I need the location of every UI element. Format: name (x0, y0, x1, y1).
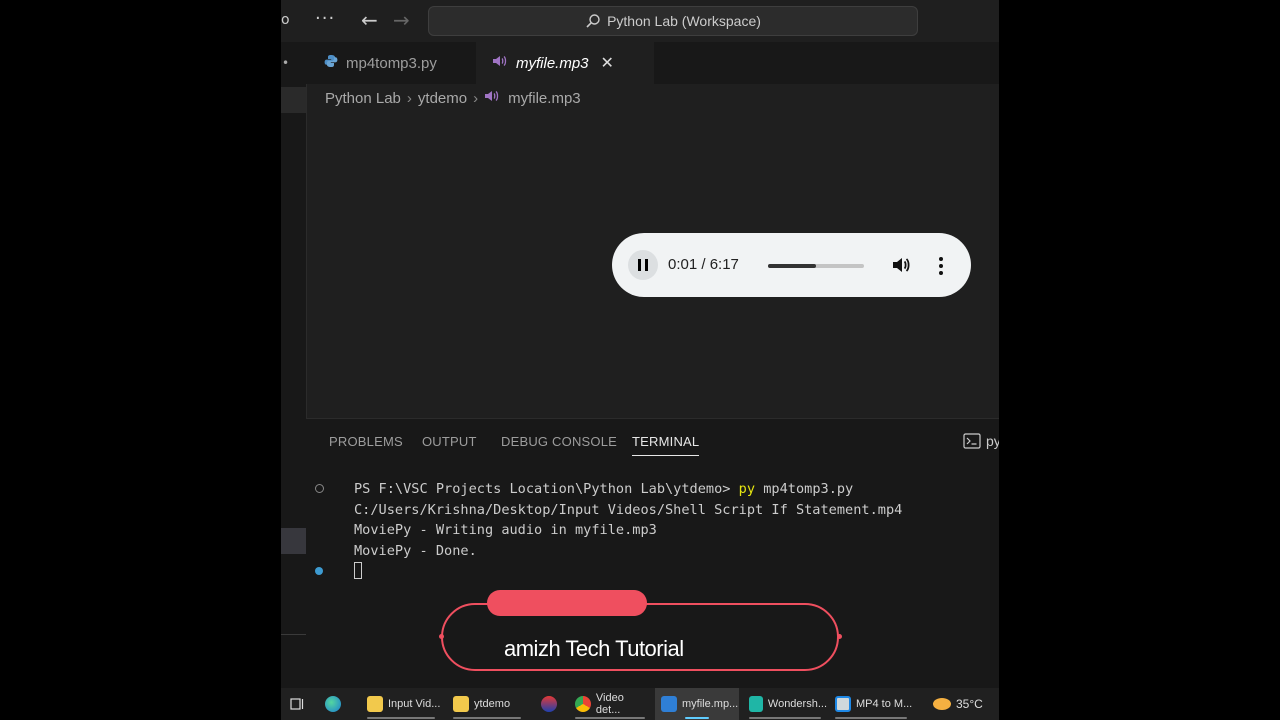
python-icon (324, 54, 338, 72)
taskbar-item-mp4-to-mp3[interactable]: MP4 to M... (829, 688, 913, 720)
command-center-search[interactable]: Python Lab (Workspace) (428, 6, 918, 36)
player-time: 0:01 / 6:17 (668, 256, 739, 273)
breadcrumb-item[interactable]: ytdemo (418, 90, 467, 107)
taskbar-item-chrome[interactable]: Video det... (569, 688, 651, 720)
volume-icon[interactable] (891, 255, 911, 275)
command-center-label: Python Lab (Workspace) (607, 13, 761, 29)
watermark-text: amizh Tech Tutorial (504, 636, 684, 661)
terminal-command: py (738, 481, 756, 497)
active-indicator (685, 717, 709, 719)
taskbar-label: myfile.mp... (682, 698, 739, 710)
sidebar-highlight (281, 87, 306, 113)
terminal-line: C:/Users/Krishna/Desktop/Input Videos/Sh… (354, 501, 903, 518)
tab-debug-console[interactable]: DEBUG CONSOLE (501, 434, 617, 449)
terminal-icon (963, 433, 981, 449)
running-indicator (749, 717, 821, 719)
title-bar: o ··· ← → Python Lab (Workspace) (281, 0, 999, 42)
watermark-dot (439, 634, 444, 639)
chevron-right-icon: › (473, 89, 479, 107)
more-options-icon[interactable] (937, 256, 945, 276)
terminal-line: MoviePy - Writing audio in myfile.mp3 (354, 522, 657, 539)
weather-widget[interactable]: 35°C (933, 688, 999, 720)
running-indicator (575, 717, 645, 719)
weather-sun-icon (933, 698, 951, 710)
tab-mp4tomp3[interactable]: mp4tomp3.py (306, 42, 476, 84)
taskbar-label: ytdemo (474, 698, 511, 710)
weather-temp: 35°C (956, 697, 983, 711)
audio-file-icon (484, 89, 500, 107)
vscode-icon (661, 696, 677, 712)
taskbar-item-ytdemo[interactable]: ytdemo (447, 688, 527, 720)
taskbar-label: MP4 to M... (856, 698, 913, 710)
tab-problems[interactable]: PROBLEMS (329, 434, 403, 449)
sidebar-divider (281, 634, 306, 635)
command-status-active-icon (315, 567, 323, 575)
audio-player: 0:01 / 6:17 (612, 233, 971, 297)
terminal-cursor (354, 562, 362, 579)
taskbar-item-input-videos[interactable]: Input Vid... (361, 688, 441, 720)
taskbar-label: Wondersh... (767, 698, 827, 710)
taskbar-item-vscode[interactable]: myfile.mp... (655, 688, 739, 720)
activity-bar (281, 42, 307, 692)
folder-icon (367, 696, 383, 712)
seek-bar[interactable] (768, 264, 864, 268)
breadcrumb-item[interactable]: Python Lab (325, 90, 401, 107)
chevron-right-icon: › (406, 89, 412, 107)
watermark-bar (487, 590, 647, 616)
back-arrow-icon[interactable]: ← (361, 8, 378, 32)
vscode-window: o ··· ← → Python Lab (Workspace) • mp4to… (281, 0, 999, 720)
sidebar-selected-row[interactable] (281, 528, 306, 554)
shell-label[interactable]: py (986, 433, 999, 449)
folder-icon (453, 696, 469, 712)
close-icon[interactable]: ✕ (601, 53, 614, 73)
app-icon (541, 696, 557, 712)
tab-label: mp4tomp3.py (346, 54, 437, 72)
forward-arrow-icon[interactable]: → (393, 8, 410, 32)
taskbar-app[interactable] (535, 688, 563, 720)
search-icon (586, 14, 600, 28)
command-status-icon (315, 484, 324, 493)
running-indicator (367, 717, 435, 719)
task-view-icon (290, 698, 304, 710)
title-clipped-text: o (281, 12, 290, 28)
running-indicator (835, 717, 907, 719)
taskbar-label: Input Vid... (388, 698, 441, 710)
terminal-prompt: PS F:\VSC Projects Location\Python Lab\y… (354, 481, 739, 497)
filmora-icon (749, 696, 763, 712)
terminal-output[interactable]: PS F:\VSC Projects Location\Python Lab\y… (354, 479, 902, 562)
audio-file-icon (492, 54, 508, 72)
pause-icon (638, 259, 641, 271)
terminal-args: mp4tomp3.py (755, 481, 854, 497)
taskbar-edge[interactable] (325, 688, 353, 720)
taskbar-label: Video det... (595, 692, 624, 716)
taskbar-item-wondershare[interactable]: Wondersh... (743, 688, 827, 720)
watermark-dot (837, 634, 842, 639)
tab-output[interactable]: OUTPUT (422, 434, 477, 449)
editor-tabs: • mp4tomp3.py myfile.mp3 ✕ (282, 42, 999, 84)
pause-button[interactable] (628, 250, 658, 280)
task-view-button[interactable] (289, 688, 313, 720)
terminal-line: MoviePy - Done. (354, 543, 477, 560)
edge-icon (325, 696, 341, 712)
running-indicator (453, 717, 521, 719)
tab-label: myfile.mp3 (516, 54, 589, 72)
chrome-icon (575, 696, 591, 712)
pause-icon (645, 259, 648, 271)
app-window-icon (835, 696, 851, 712)
breadcrumb-item[interactable]: myfile.mp3 (508, 90, 581, 107)
more-actions-icon[interactable]: ··· (315, 8, 335, 29)
seek-progress (768, 264, 816, 268)
sidebar-dot-icon: • (282, 56, 290, 70)
tab-myfile-mp3[interactable]: myfile.mp3 ✕ (476, 42, 654, 84)
taskbar: Input Vid... ytdemo Video det... myfile.… (281, 688, 999, 720)
breadcrumb: Python Lab › ytdemo › myfile.mp3 (325, 88, 581, 108)
tab-terminal[interactable]: TERMINAL (632, 434, 700, 456)
